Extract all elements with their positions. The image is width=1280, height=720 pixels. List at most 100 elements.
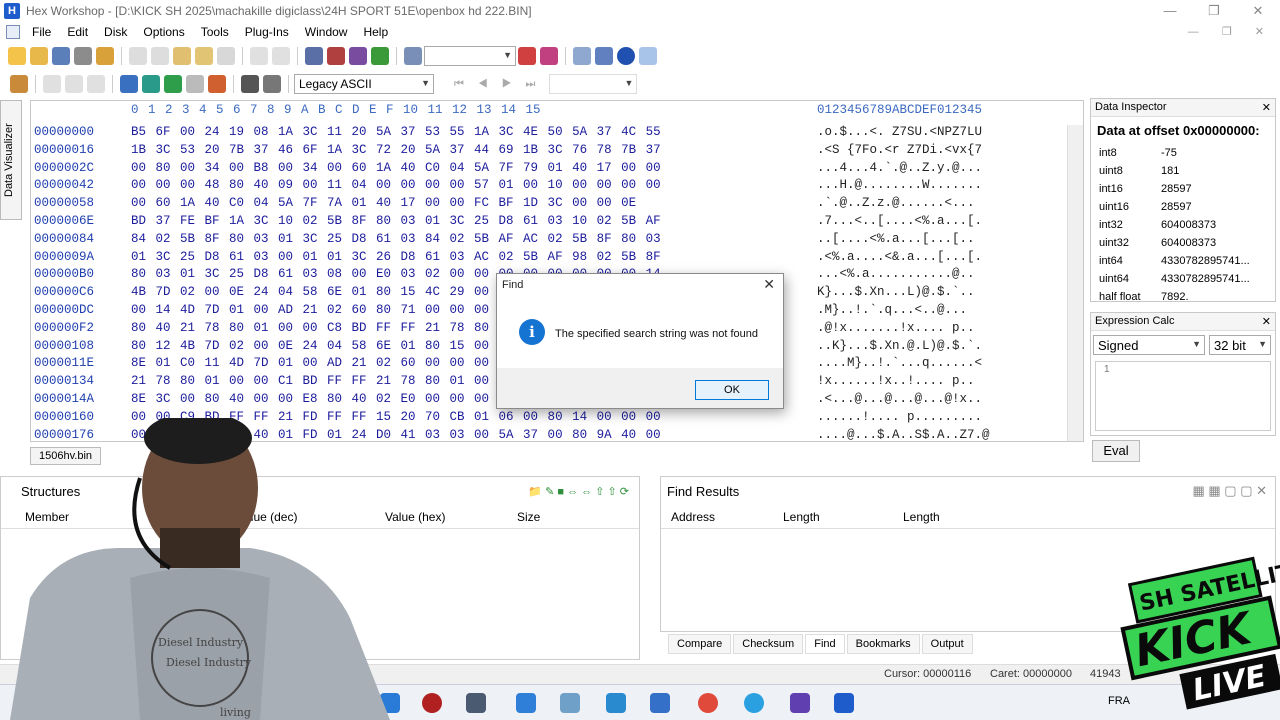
record-select[interactable]: ▼ bbox=[549, 74, 638, 94]
hex-row[interactable]: 0000002C 00 80 00 34 00 B8 00 34 00 60 1A… bbox=[31, 161, 1071, 179]
hex-row[interactable]: 00000084 84 02 5B 8F 80 03 01 3C 25 D8 61… bbox=[31, 232, 1071, 250]
hex-bytes[interactable]: 01 3C 25 D8 61 03 00 01 01 3C 26 D8 61 0… bbox=[131, 250, 661, 264]
menu-tools[interactable]: Tools bbox=[193, 25, 237, 39]
minimize-button[interactable]: — bbox=[1148, 0, 1192, 22]
cut-icon[interactable] bbox=[129, 47, 147, 65]
hex-bytes[interactable]: 84 02 5B 8F 80 03 01 3C 25 D8 61 03 84 0… bbox=[131, 232, 661, 246]
taskbar-app-icon[interactable] bbox=[466, 693, 486, 713]
taskbar-app-icon[interactable] bbox=[422, 693, 442, 713]
generate-icon[interactable] bbox=[164, 75, 182, 93]
inspector-row[interactable]: uint16 28597 bbox=[1091, 198, 1275, 216]
hex-ascii[interactable]: ..[....<%.a...[...[.. bbox=[817, 232, 975, 246]
close-icon[interactable]: ✕ bbox=[763, 276, 775, 293]
paste-icon[interactable] bbox=[173, 47, 191, 65]
menu-plugins[interactable]: Plug-Ins bbox=[237, 25, 297, 39]
hex-ascii[interactable]: .`.@..Z.z.@......<... bbox=[817, 196, 975, 210]
bit-icon[interactable] bbox=[43, 75, 61, 93]
hex-row[interactable]: 00000000 B5 6F 00 24 19 08 1A 3C 11 20 5A… bbox=[31, 125, 1071, 143]
document-icon[interactable] bbox=[6, 25, 20, 39]
chrome-icon[interactable] bbox=[698, 693, 718, 713]
taskbar-app-icon[interactable] bbox=[650, 693, 670, 713]
column-address[interactable]: Address bbox=[661, 510, 783, 524]
inspector-row[interactable]: int32 604008373 bbox=[1091, 216, 1275, 234]
hex-ascii[interactable]: .o.$...<. Z7SU.<NPZ7LU bbox=[817, 125, 982, 139]
m-icon[interactable] bbox=[617, 47, 635, 65]
inspector-row[interactable]: half float 7892. bbox=[1091, 288, 1275, 306]
wrench-icon[interactable] bbox=[10, 75, 28, 93]
hex-workshop-taskbar-icon[interactable] bbox=[834, 693, 854, 713]
search-combo[interactable]: ▼ bbox=[424, 46, 516, 66]
hex-ascii[interactable]: .7...<..[....<%.a...[. bbox=[817, 214, 982, 228]
hex-row[interactable]: 00000016 1B 3C 53 20 7B 37 46 6F 1A 3C 72… bbox=[31, 143, 1071, 161]
hex-bytes[interactable]: 00 60 1A 40 C0 04 5A 7F 7A 01 40 17 00 0… bbox=[131, 196, 636, 210]
mdi-controls[interactable]: — ❐ ✕ bbox=[1188, 25, 1274, 38]
sign-select[interactable]: Signed ▼ bbox=[1093, 335, 1205, 355]
inspector-row[interactable]: int16 28597 bbox=[1091, 180, 1275, 198]
taskbar-app-icon[interactable] bbox=[790, 693, 810, 713]
byte-icon[interactable] bbox=[65, 75, 83, 93]
menu-edit[interactable]: Edit bbox=[59, 25, 96, 39]
inspector-row[interactable]: uint64 4330782895741... bbox=[1091, 270, 1275, 288]
hex-ascii[interactable]: .<...@...@...@...@!x.. bbox=[817, 392, 982, 406]
word-icon[interactable] bbox=[87, 75, 105, 93]
bookmark-icon[interactable] bbox=[573, 47, 591, 65]
goto-icon[interactable] bbox=[404, 47, 422, 65]
properties-icon[interactable] bbox=[96, 47, 114, 65]
refresh-icon[interactable] bbox=[371, 47, 389, 65]
hex-row[interactable]: 00000042 00 00 00 48 80 40 09 00 11 04 00… bbox=[31, 178, 1071, 196]
hex-ascii[interactable]: .<%.a....<&.a...[...[. bbox=[817, 250, 982, 264]
menu-help[interactable]: Help bbox=[355, 25, 396, 39]
settings-icon[interactable] bbox=[241, 75, 259, 93]
tab-checksum[interactable]: Checksum bbox=[733, 634, 804, 654]
bits-select[interactable]: 32 bit ▼ bbox=[1209, 335, 1271, 355]
open-file-icon[interactable] bbox=[30, 47, 48, 65]
hex-ascii[interactable]: ...4...4.`.@..Z.y.@... bbox=[817, 161, 982, 175]
hex-row[interactable]: 00000058 00 60 1A 40 C0 04 5A 7F 7A 01 40… bbox=[31, 196, 1071, 214]
column-length[interactable]: Length bbox=[783, 510, 903, 524]
inspector-row[interactable]: int8 -75 bbox=[1091, 144, 1275, 162]
menu-file[interactable]: File bbox=[24, 25, 59, 39]
tab-find[interactable]: Find bbox=[805, 634, 845, 654]
find-icon[interactable] bbox=[305, 47, 323, 65]
view-icon[interactable] bbox=[639, 47, 657, 65]
structure-toolbar[interactable]: 📁 ✎ ■ ⇔ ⇔ ⇧ ⇧ ⟳ bbox=[528, 485, 629, 498]
find-next-match-icon[interactable] bbox=[540, 47, 558, 65]
ok-button[interactable]: OK bbox=[695, 380, 769, 400]
expression-input[interactable]: 1 bbox=[1095, 361, 1271, 431]
inspector-row[interactable]: uint8 181 bbox=[1091, 162, 1275, 180]
find-previous-icon[interactable] bbox=[518, 47, 536, 65]
hex-ascii[interactable]: !x......!x..!.... p.. bbox=[817, 374, 975, 388]
hex-ascii[interactable]: .M}..!.`.q...<..@... bbox=[817, 303, 967, 317]
taskbar-app-icon[interactable] bbox=[606, 693, 626, 713]
new-file-icon[interactable] bbox=[8, 47, 26, 65]
close-icon[interactable]: ✕ bbox=[1262, 315, 1271, 328]
save-icon[interactable] bbox=[52, 47, 70, 65]
hex-row[interactable]: 0000006E BD 37 FE BF 1A 3C 10 02 5B 8F 80… bbox=[31, 214, 1071, 232]
find-next-icon[interactable] bbox=[327, 47, 345, 65]
calculator-icon[interactable] bbox=[263, 75, 281, 93]
hex-ascii[interactable]: ....M}..!.`...q......< bbox=[817, 356, 982, 370]
eval-button[interactable]: Eval bbox=[1092, 440, 1140, 462]
hex-ascii[interactable]: K}...$.Xn...L)@.$.`.. bbox=[817, 285, 975, 299]
data-visualizer-tab[interactable]: Data Visualizer bbox=[0, 100, 22, 220]
taskbar-app-icon[interactable] bbox=[516, 693, 536, 713]
structure-icon[interactable] bbox=[595, 47, 613, 65]
tab-compare[interactable]: Compare bbox=[668, 634, 732, 654]
column-size[interactable]: Size bbox=[517, 510, 597, 524]
charset-select[interactable]: Legacy ASCII ▼ bbox=[294, 74, 434, 94]
insert-icon[interactable] bbox=[217, 47, 235, 65]
column-value-hex[interactable]: Value (hex) bbox=[385, 510, 517, 524]
hex-ascii[interactable]: ...H.@........W....... bbox=[817, 178, 982, 192]
hex-bytes[interactable]: B5 6F 00 24 19 08 1A 3C 11 20 5A 37 53 5… bbox=[131, 125, 661, 139]
find-results-toolbar[interactable]: ▦ ▦ ▢ ▢ ✕ bbox=[1193, 483, 1267, 499]
checksum-icon[interactable] bbox=[120, 75, 138, 93]
print-icon[interactable] bbox=[74, 47, 92, 65]
menu-disk[interactable]: Disk bbox=[96, 25, 135, 39]
undo-icon[interactable] bbox=[250, 47, 268, 65]
hex-bytes[interactable]: 00 80 00 34 00 B8 00 34 00 60 1A 40 C0 0… bbox=[131, 161, 661, 175]
close-button[interactable]: ✕ bbox=[1236, 0, 1280, 22]
hex-ascii[interactable]: ......!.... p......... bbox=[817, 410, 982, 424]
close-icon[interactable]: ✕ bbox=[1262, 101, 1271, 114]
hex-ascii[interactable]: .@!x.......!x.... p.. bbox=[817, 321, 975, 335]
column-length-2[interactable]: Length bbox=[903, 510, 1023, 524]
